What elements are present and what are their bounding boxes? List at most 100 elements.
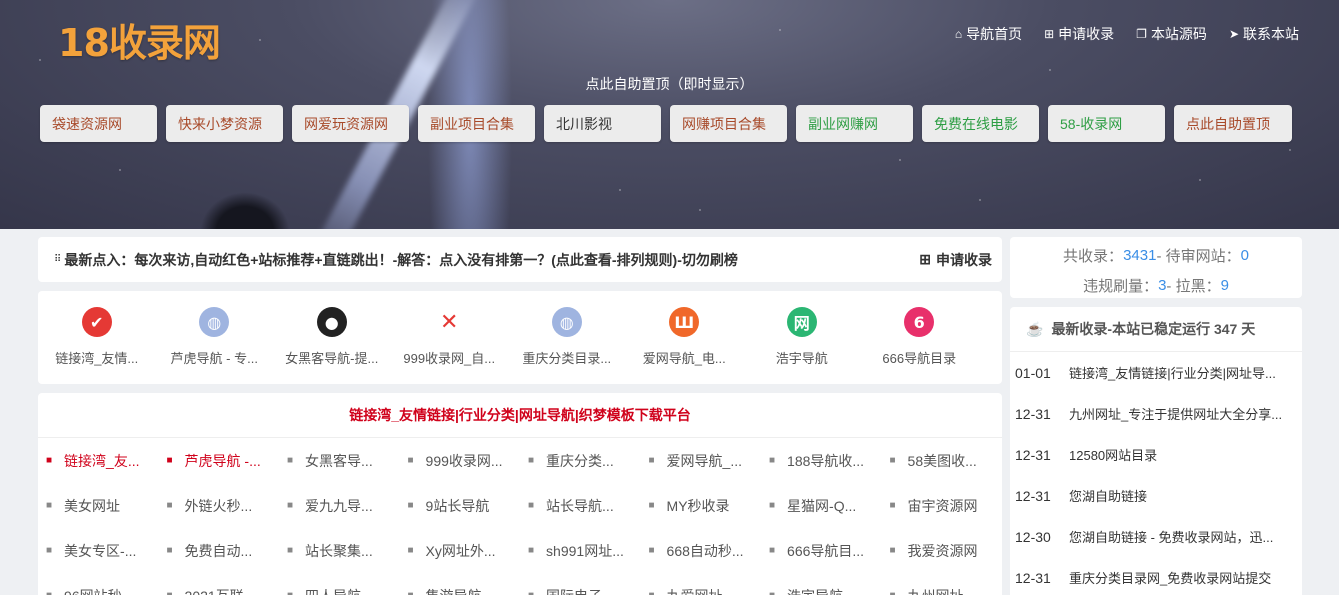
list-item[interactable]: ■ MY秒收录 (649, 483, 770, 528)
grid-icon: ⠿ (54, 254, 62, 265)
list-item[interactable]: ■ 外链火秒... (167, 483, 288, 528)
nav-home[interactable]: ⌂ 导航首页 (955, 24, 1022, 44)
bullet-icon: ■ (890, 590, 896, 595)
featured-site[interactable]: ◍ 芦虎导航 - 专... (156, 307, 274, 384)
promo-button[interactable]: 快来小梦资源 (166, 105, 283, 142)
list-item-label: 爱网导航_... (666, 452, 743, 469)
list-item[interactable]: ■ 星猫网-Q... (769, 483, 890, 528)
list-item[interactable]: ■ 我爱资源网 (890, 528, 1011, 573)
recent-title: 最新收录-本站已稳定运行 347 天 (1051, 321, 1256, 337)
list-item[interactable]: ■ 重庆分类... (528, 438, 649, 483)
promo-button[interactable]: 袋速资源网 (40, 105, 157, 142)
list-item[interactable]: ■ 免费自动... (167, 528, 288, 573)
list-item[interactable]: ■ 美女专区-... (46, 528, 167, 573)
nav-label: 导航首页 (966, 26, 1023, 42)
featured-site[interactable]: ◍ 重庆分类目录... (508, 307, 626, 384)
six-logo-icon: 6 (904, 307, 935, 337)
list-item[interactable]: ■ 96网站秒... (46, 573, 167, 595)
list-item[interactable]: ■ 芦虎导航 -... (167, 438, 288, 483)
list-item-label: 96网站秒... (64, 586, 133, 595)
promo-button[interactable]: 点此自助置顶 (1174, 105, 1292, 142)
recent-item[interactable]: 01-01 链接湾_友情链接|行业分类|网址导... (1010, 352, 1302, 393)
nav-source[interactable]: ❐ 本站源码 (1136, 24, 1207, 44)
list-item-label: 站长导航... (546, 497, 614, 514)
bullet-icon: ■ (287, 455, 294, 466)
recent-item[interactable]: 12-31 12580网站目录 (1010, 434, 1302, 475)
featured-site[interactable]: ● 女黑客导航-提... (273, 307, 391, 384)
bullet-icon: ■ (407, 545, 414, 556)
pending-value: 0 (1240, 246, 1249, 264)
promo-button[interactable]: 免费在线电影 (922, 105, 1039, 142)
featured-site[interactable]: Ш 爱网导航_电... (626, 307, 744, 384)
check-badge-icon: ✔ (81, 307, 112, 337)
list-item[interactable]: ■ 668自动秒... (649, 528, 770, 573)
promo-button[interactable]: 副业网赚网 (796, 105, 913, 142)
list-item[interactable]: ■ 2021互联... (167, 573, 288, 595)
promo-button[interactable]: 58-收录网 (1048, 105, 1165, 142)
bullet-icon: ■ (46, 455, 53, 466)
list-item[interactable]: ■ 58美图收... (890, 438, 1011, 483)
promo-button[interactable]: 网爱玩资源网 (292, 105, 409, 142)
list-item[interactable]: ■ 爱网导航_... (649, 438, 770, 483)
list-item[interactable]: ■ 爱九九导... (287, 483, 408, 528)
site-logo[interactable]: 18收录网 (58, 12, 221, 67)
list-item[interactable]: ■ 集游导航... (408, 573, 529, 595)
recent-item[interactable]: 12-30 您湖自助链接 - 免费收录网站，迅... (1010, 516, 1302, 557)
list-item[interactable]: ■ 188导航收... (769, 438, 890, 483)
recent-item[interactable]: 12-31 九州网址_专注于提供网址大全分享... (1010, 393, 1302, 434)
recent-date: 12-30 (1015, 528, 1051, 545)
top-nav: ⌂ 导航首页 ⊞ 申请收录 ❐ 本站源码 ➤ 联系本站 (955, 24, 1299, 44)
globe-icon: ◍ (199, 307, 230, 337)
recent-item[interactable]: 12-31 重庆分类目录网_免费收录网站提交 (1010, 557, 1302, 595)
apply-inclusion-button[interactable]: ⊞ 申请收录 (919, 250, 992, 270)
recent-name: 您湖自助链接 - 免费收录网站，迅... (1069, 530, 1274, 545)
promo-button[interactable]: 副业项目合集 (418, 105, 535, 142)
list-item[interactable]: ■ 666导航目... (769, 528, 890, 573)
list-item[interactable]: ■ 九州网址... (890, 573, 1011, 595)
promo-button[interactable]: 网赚项目合集 (670, 105, 787, 142)
recent-name: 链接湾_友情链接|行业分类|网址导... (1069, 366, 1276, 381)
list-item[interactable]: ■ 四人导航... (287, 573, 408, 595)
list-item-label: 爱九九导... (305, 497, 373, 514)
featured-site[interactable]: ✔ 链接湾_友情... (38, 307, 156, 384)
featured-site[interactable]: ✕ 999收录网_自... (391, 307, 509, 384)
coffee-icon: ☕ (1026, 320, 1044, 337)
list-item[interactable]: ■ 9站长导航 (408, 483, 529, 528)
list-item-label: 芦虎导航 -... (184, 452, 261, 469)
list-item-label: 美女专区-... (64, 542, 137, 559)
recent-item[interactable]: 12-31 您湖自助链接 (1010, 475, 1302, 516)
list-item[interactable]: ■ 女黑客导... (287, 438, 408, 483)
recent-name: 重庆分类目录网_免费收录网站提交 (1069, 571, 1272, 586)
nav-apply[interactable]: ⊞ 申请收录 (1044, 24, 1114, 44)
list-item[interactable]: ■ 链接湾_友... (46, 438, 167, 483)
list-item[interactable]: ■ 站长导航... (528, 483, 649, 528)
list-item[interactable]: ■ 999收录网... (408, 438, 529, 483)
featured-site[interactable]: 网浩宇导航 (743, 307, 861, 384)
list-item[interactable]: ■ 九爱网址... (649, 573, 770, 595)
list-item[interactable]: ■ 浩宇导航... (769, 573, 890, 595)
promo-title-link[interactable]: 点此自助置顶（即时显示） (0, 74, 1339, 94)
list-item-label: 999收录网... (425, 452, 503, 469)
nav-label: 申请收录 (1058, 26, 1115, 42)
nav-contact[interactable]: ➤ 联系本站 (1229, 24, 1299, 44)
recent-date: 01-01 (1015, 364, 1051, 381)
notice-text[interactable]: 最新点入：每次来访,自动红色+站标推荐+直链跳出！-解答：点入没有排第一？(点此… (64, 250, 919, 270)
list-item[interactable]: ■ Xy网址外... (408, 528, 529, 573)
list-title-link[interactable]: 链接湾_友情链接|行业分类|网址导航|织梦模板下载平台 (38, 393, 1002, 438)
list-item[interactable]: ■ 站长聚集... (287, 528, 408, 573)
list-item-label: 星猫网-Q... (787, 497, 857, 514)
list-item[interactable]: ■ 国际电子... (528, 573, 649, 595)
list-item[interactable]: ■ 宙宇资源网 (890, 483, 1011, 528)
home-icon: ⌂ (954, 27, 963, 41)
featured-site[interactable]: 6 666导航目录 (861, 307, 979, 384)
list-item-label: 外链火秒... (184, 497, 253, 514)
bullet-icon: ■ (889, 545, 896, 556)
featured-site-label: 链接湾_友情... (55, 351, 139, 366)
bullet-icon: ■ (889, 455, 896, 466)
promo-button[interactable]: 北川影视 (544, 105, 661, 142)
violation-label: 违规刷量： (1083, 277, 1159, 295)
list-item[interactable]: ■ sh991网址... (528, 528, 649, 573)
recent-date: 12-31 (1015, 487, 1051, 504)
list-item[interactable]: ■ 美女网址 (46, 483, 167, 528)
bullet-icon: ■ (769, 590, 775, 595)
